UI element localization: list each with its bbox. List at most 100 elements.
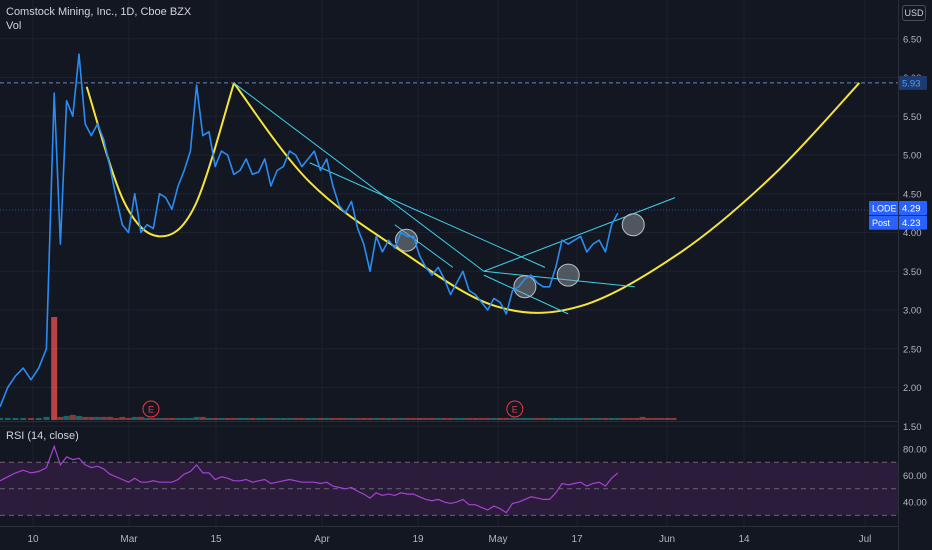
volume-bar — [230, 417, 237, 420]
rsi-tick-label: 60.00 — [903, 471, 927, 482]
volume-bar — [484, 417, 491, 420]
volume-bar — [521, 417, 528, 420]
volume-bar — [150, 417, 157, 420]
rsi-band-fill — [0, 462, 898, 516]
volume-bar — [175, 417, 182, 420]
volume-bar — [131, 416, 138, 420]
volume-bar — [528, 417, 535, 420]
volume-bar — [292, 417, 299, 420]
volume-bar — [385, 417, 392, 420]
volume-bar — [515, 417, 522, 420]
time-tick-label: Mar — [120, 534, 138, 545]
time-tick-label: Jun — [659, 534, 675, 545]
volume-bar — [472, 417, 479, 420]
volume-bar — [633, 417, 640, 420]
volume-bar — [565, 417, 572, 420]
volume-bar — [199, 416, 206, 420]
earnings-marker-label: E — [148, 405, 154, 415]
highlight-circle[interactable] — [621, 213, 645, 237]
volume-bar — [459, 417, 466, 420]
highlight-circle[interactable] — [556, 263, 580, 287]
volume-bar — [497, 417, 504, 420]
chart-canvas: EE 6.506.005.505.004.504.003.503.002.502… — [0, 0, 932, 550]
last-price-badge: 4.29 — [902, 204, 921, 215]
volume-bar — [670, 417, 677, 420]
volume-bar — [206, 417, 213, 420]
volume-bar — [664, 417, 671, 420]
volume-bar — [422, 417, 429, 420]
volume-bar — [20, 417, 27, 420]
rsi-tick-label: 80.00 — [903, 444, 927, 455]
volume-bar — [373, 417, 380, 420]
time-tick-label: 17 — [571, 534, 583, 545]
volume-bar — [453, 417, 460, 420]
volume-bar — [410, 417, 417, 420]
price-tick-label: 2.50 — [903, 344, 922, 355]
volume-bar — [602, 417, 609, 420]
volume-bar — [193, 416, 200, 420]
volume-bar — [236, 417, 243, 420]
post-tag: Post — [872, 218, 891, 228]
volume-bar — [416, 417, 423, 420]
volume-bar — [367, 417, 374, 420]
volume-bar — [391, 417, 398, 420]
volume-bar — [255, 417, 262, 420]
volume-bar — [113, 417, 120, 420]
volume-bar — [82, 416, 89, 420]
price-tick-label: 4.50 — [903, 189, 922, 200]
volume-bar — [589, 417, 596, 420]
volume-bar — [540, 417, 547, 420]
volume-bar — [490, 417, 497, 420]
volume-bar — [658, 417, 665, 420]
time-tick-label: May — [489, 534, 508, 545]
symbol-title[interactable]: Comstock Mining, Inc., 1D, Cboe BZX — [6, 6, 191, 18]
volume-bar — [317, 417, 324, 420]
volume-bar — [261, 417, 268, 420]
volume-bar — [181, 417, 188, 420]
volume-bar — [466, 417, 473, 420]
volume-bar — [43, 416, 50, 420]
volume-bar — [27, 417, 34, 420]
volume-bar — [546, 417, 553, 420]
rsi-tick-label: 40.00 — [903, 498, 927, 509]
currency-button[interactable]: USD — [902, 5, 926, 21]
volume-legend[interactable]: Vol — [6, 20, 21, 32]
volume-bar — [404, 417, 411, 420]
volume-bar — [137, 416, 144, 420]
volume-bar — [267, 417, 274, 420]
price-tick-label: 3.00 — [903, 306, 922, 317]
volume-bar — [577, 417, 584, 420]
volume-bar — [35, 417, 42, 420]
volume-bar — [354, 417, 361, 420]
time-tick-label: 15 — [210, 534, 222, 545]
volume-bar — [298, 417, 305, 420]
volume-bar — [627, 417, 634, 420]
volume-bar — [329, 417, 336, 420]
volume-bar — [125, 417, 132, 420]
volume-bar — [311, 417, 318, 420]
volume-bar — [100, 416, 107, 420]
volume-bar — [162, 417, 169, 420]
time-tick-label: 14 — [738, 534, 750, 545]
volume-bar — [478, 417, 485, 420]
volume-bar — [645, 417, 652, 420]
volume-bar — [323, 417, 330, 420]
volume-bar — [119, 416, 126, 420]
volume-bar — [280, 417, 287, 420]
volume-bar — [447, 417, 454, 420]
volume-bar — [63, 415, 70, 420]
volume-bar — [614, 417, 621, 420]
volume-bar — [218, 417, 225, 420]
volume-bar — [441, 417, 448, 420]
volume-bar — [0, 417, 3, 420]
volume-bar — [503, 417, 510, 420]
rsi-legend[interactable]: RSI (14, close) — [6, 430, 79, 442]
volume-bar — [249, 417, 256, 420]
volume-bar — [336, 417, 343, 420]
volume-bar — [168, 417, 175, 420]
volume-bar — [224, 417, 231, 420]
volume-bar — [212, 417, 219, 420]
volume-bar — [75, 415, 82, 420]
volume-bar — [379, 417, 386, 420]
volume-bar — [106, 416, 113, 420]
